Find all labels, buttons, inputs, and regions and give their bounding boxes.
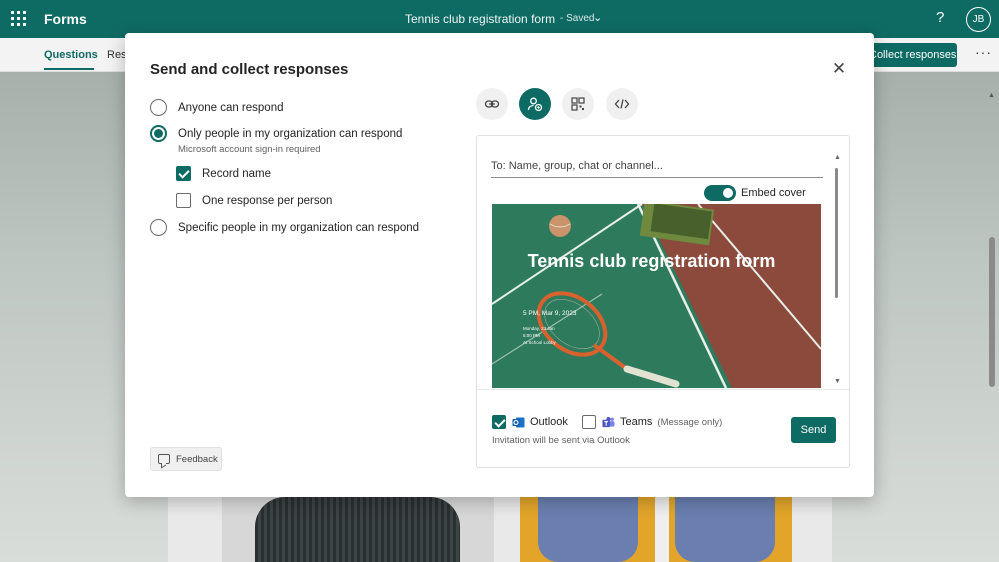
share-embed-button[interactable] <box>606 88 638 120</box>
tennis-court-artwork <box>492 204 821 388</box>
share-qr-button[interactable] <box>562 88 594 120</box>
chevron-down-icon[interactable]: ⌄ <box>593 11 602 24</box>
panel-divider <box>477 389 849 390</box>
shirt-image-left <box>538 497 638 562</box>
app-launcher-icon[interactable] <box>11 11 27 27</box>
save-status: - Saved <box>560 13 594 24</box>
teams-checkbox[interactable] <box>582 415 596 429</box>
invite-panel: Embed cover ▲ ▼ <box>476 135 850 468</box>
invite-scrollbar[interactable]: ▲ ▼ <box>834 154 841 388</box>
tab-selected-underline <box>44 68 94 70</box>
dialog-title: Send and collect responses <box>150 61 349 78</box>
radio-specific-people[interactable] <box>150 219 167 236</box>
record-name-label: Record name <box>202 167 272 180</box>
cover-date: 5 PM, Mar 9, 2023 <box>523 310 577 317</box>
save-status-text: Saved <box>566 13 595 24</box>
option-specific-people[interactable]: Specific people in my organization can r… <box>150 219 419 236</box>
image-gap <box>655 497 669 562</box>
document-title[interactable]: Tennis club registration form <box>405 12 555 26</box>
tab-questions[interactable]: Questions <box>44 49 98 61</box>
option-anyone[interactable]: Anyone can respond <box>150 99 284 116</box>
cover-detail-line: Monday, 23 Jan <box>523 326 555 331</box>
one-response-checkbox[interactable] <box>176 193 191 208</box>
embed-code-icon <box>614 99 630 109</box>
option-organization[interactable]: Only people in my organization can respo… <box>150 125 402 142</box>
send-button[interactable]: Send <box>791 417 836 443</box>
string-coil-image <box>255 497 460 562</box>
outlook-icon <box>512 417 525 427</box>
radio-organization[interactable] <box>150 125 167 142</box>
more-options-icon[interactable]: ··· <box>975 44 992 60</box>
option-anyone-label: Anyone can respond <box>178 101 284 114</box>
one-response-label: One response per person <box>202 194 333 207</box>
channel-teams[interactable]: Teams (Message only) <box>582 415 722 429</box>
radio-anyone[interactable] <box>150 99 167 116</box>
cover-detail-line: At School Lobby <box>523 340 556 345</box>
scroll-down-icon[interactable]: ▼ <box>834 378 841 385</box>
one-response-row[interactable]: One response per person <box>176 193 332 208</box>
outlook-label: Outlook <box>530 416 568 428</box>
share-link-button[interactable] <box>476 88 508 120</box>
send-collect-dialog: Send and collect responses ✕ Anyone can … <box>125 33 874 497</box>
cover-preview: Tennis club registration form 5 PM, Mar … <box>492 204 821 388</box>
avatar[interactable]: JB <box>966 7 991 32</box>
option-organization-label: Only people in my organization can respo… <box>178 127 403 140</box>
help-icon[interactable]: ? <box>936 9 944 26</box>
invite-people-icon <box>527 97 543 112</box>
teams-icon <box>602 416 615 427</box>
cover-detail-line: 5:00 PM <box>523 333 540 338</box>
channel-outlook[interactable]: Outlook <box>492 415 568 429</box>
feedback-button[interactable]: Feedback <box>150 447 222 471</box>
tab-responses[interactable]: Res <box>107 49 127 61</box>
embed-cover-label: Embed cover <box>741 187 806 199</box>
close-icon[interactable]: ✕ <box>831 60 847 77</box>
option-organization-sublabel: Microsoft account sign-in required <box>178 144 321 155</box>
app-name[interactable]: Forms <box>44 11 87 27</box>
scroll-up-icon[interactable]: ▲ <box>834 154 841 161</box>
record-name-row[interactable]: Record name <box>176 166 271 181</box>
option-specific-people-label: Specific people in my organization can r… <box>178 221 420 234</box>
scrollbar-thumb[interactable] <box>989 237 995 387</box>
scroll-up-icon[interactable]: ▲ <box>988 92 995 99</box>
teams-note: (Message only) <box>657 416 723 428</box>
scrollbar-thumb[interactable] <box>835 168 838 298</box>
invitation-note: Invitation will be sent via Outlook <box>492 435 630 446</box>
comment-icon <box>158 454 170 464</box>
qr-code-icon <box>571 97 585 111</box>
page-scrollbar[interactable]: ▲ <box>988 92 995 562</box>
cover-title: Tennis club registration form <box>527 251 776 271</box>
feedback-label: Feedback <box>176 453 218 465</box>
record-name-checkbox[interactable] <box>176 166 191 181</box>
outlook-checkbox[interactable] <box>492 415 506 429</box>
recipient-input[interactable] <box>491 154 823 178</box>
collect-responses-label: Collect responses <box>869 49 957 61</box>
teams-label: Teams <box>620 416 653 428</box>
shirt-image-right <box>675 497 775 562</box>
link-icon <box>484 100 500 108</box>
share-invite-button[interactable] <box>519 88 551 120</box>
embed-cover-toggle[interactable] <box>704 185 736 201</box>
